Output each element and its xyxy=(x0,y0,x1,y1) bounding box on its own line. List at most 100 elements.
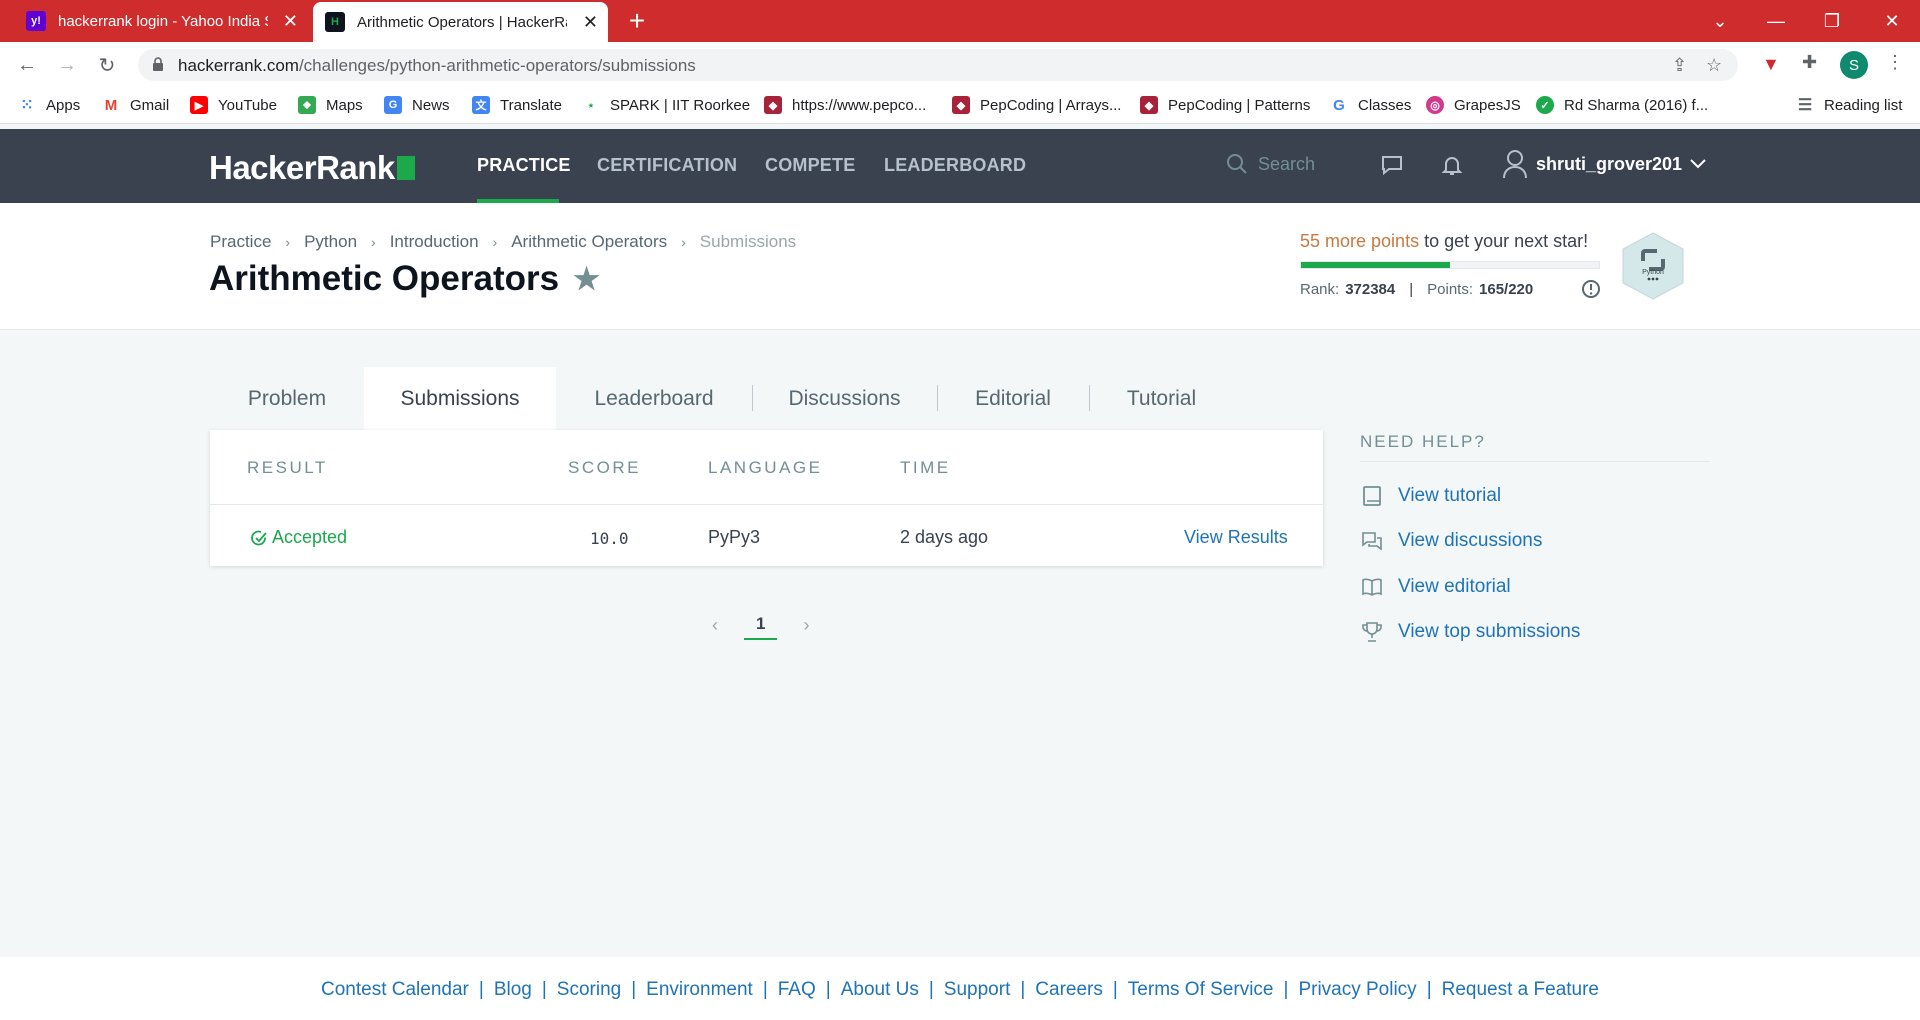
yahoo-icon: y! xyxy=(26,11,46,31)
tab-tutorial[interactable]: Tutorial xyxy=(1089,367,1234,430)
bookmark-spark[interactable]: ⋆ SPARK | IIT Roorkee xyxy=(582,96,751,114)
book-icon xyxy=(1360,484,1384,508)
back-icon[interactable]: ← xyxy=(12,50,42,80)
bookmark-translate[interactable]: 文 Translate xyxy=(472,96,562,114)
python-badge[interactable]: Python xyxy=(1620,231,1686,301)
bookmark-classes[interactable]: G Classes xyxy=(1330,96,1411,114)
bookmark-pepcoding-1[interactable]: ◆ https://www.pepco... xyxy=(764,96,926,114)
extensions-puzzle-icon[interactable]: ✚ xyxy=(1802,52,1817,73)
share-icon[interactable]: ⇪ xyxy=(1672,55,1687,76)
time-cell: 2 days ago xyxy=(900,527,989,547)
footer-separator: | xyxy=(928,979,934,1000)
nav-compete[interactable]: COMPETE xyxy=(765,155,855,176)
footer-link-request-a-feature[interactable]: Request a Feature xyxy=(1442,979,1599,1000)
url-input[interactable]: hackerrank.com/challenges/python-arithme… xyxy=(138,49,1738,81)
tab-problem[interactable]: Problem xyxy=(210,367,364,430)
breadcrumb-practice[interactable]: Practice xyxy=(210,232,271,252)
footer-link-support[interactable]: Support xyxy=(944,979,1011,1000)
news-icon: G xyxy=(384,96,402,114)
search-input[interactable]: Search xyxy=(1226,153,1315,175)
chevron-left-icon[interactable]: ‹ xyxy=(712,615,718,636)
apps-grid-icon: ⁙ xyxy=(20,97,34,114)
page-number[interactable]: 1 xyxy=(744,610,778,640)
help-view-tutorial[interactable]: View tutorial xyxy=(1360,484,1501,508)
bookmark-rd-sharma[interactable]: ✓ Rd Sharma (2016) f... xyxy=(1536,96,1708,114)
address-bar-row: ← → ↻ hackerrank.com/challenges/python-a… xyxy=(0,42,1920,88)
new-tab-button[interactable]: + xyxy=(622,6,652,36)
breadcrumb-introduction[interactable]: Introduction xyxy=(390,232,479,252)
browser-tab-hackerrank[interactable]: H Arithmetic Operators | HackerRa ✕ xyxy=(313,2,608,42)
tab-submissions[interactable]: Submissions xyxy=(364,367,556,430)
bookmark-maps[interactable]: ⬥ Maps xyxy=(298,96,363,114)
points-value: 165/220 xyxy=(1479,280,1534,298)
breadcrumb-arithmetic-operators[interactable]: Arithmetic Operators xyxy=(511,232,667,252)
chevron-right-icon[interactable]: › xyxy=(803,615,809,636)
notifications-bell-icon[interactable] xyxy=(1440,153,1464,177)
more-menu-icon[interactable]: ⋮ xyxy=(1886,52,1904,73)
grapesjs-icon: ◎ xyxy=(1426,96,1444,114)
close-icon[interactable]: ✕ xyxy=(583,12,598,33)
tab-title: Arithmetic Operators | HackerRa xyxy=(357,13,567,31)
footer-separator: | xyxy=(1283,979,1289,1000)
discussion-icon xyxy=(1360,529,1384,553)
footer-link-privacy-policy[interactable]: Privacy Policy xyxy=(1298,979,1416,1000)
footer-link-terms-of-service[interactable]: Terms Of Service xyxy=(1128,979,1274,1000)
tab-discussions[interactable]: Discussions xyxy=(752,367,937,430)
profile-avatar[interactable]: S xyxy=(1840,51,1868,79)
bookmark-star-icon[interactable]: ★ xyxy=(573,262,600,297)
google-icon: G xyxy=(1333,96,1345,114)
search-icon xyxy=(1227,154,1247,174)
tab-leaderboard[interactable]: Leaderboard xyxy=(556,367,752,430)
nav-practice[interactable]: PRACTICE xyxy=(477,155,571,176)
footer-link-careers[interactable]: Careers xyxy=(1035,979,1103,1000)
breadcrumb: Practice › Python › Introduction › Arithmet… xyxy=(210,232,796,252)
bookmark-apps[interactable]: ⁙ Apps xyxy=(18,96,80,115)
reading-list[interactable]: ☰ Reading list xyxy=(1796,96,1903,115)
column-header-time: TIME xyxy=(900,458,951,477)
score-cell: 10.0 xyxy=(590,529,629,548)
footer-link-faq[interactable]: FAQ xyxy=(778,979,816,1000)
close-icon[interactable]: ✕ xyxy=(283,11,298,32)
reload-icon[interactable]: ↻ xyxy=(92,50,122,80)
hackerrank-logo[interactable]: HackerRank xyxy=(209,149,415,187)
view-results-link[interactable]: View Results xyxy=(1184,527,1288,548)
browser-tab-yahoo[interactable]: y! hackerrank login - Yahoo India Se ✕ xyxy=(0,0,310,42)
forward-icon[interactable]: → xyxy=(52,50,82,80)
bookmark-youtube[interactable]: ▶ YouTube xyxy=(190,96,277,114)
footer-link-about-us[interactable]: About Us xyxy=(841,979,919,1000)
footer-link-contest-calendar[interactable]: Contest Calendar xyxy=(321,979,469,1000)
info-icon[interactable] xyxy=(1581,279,1601,299)
footer-link-scoring[interactable]: Scoring xyxy=(557,979,621,1000)
help-view-top-submissions[interactable]: View top submissions xyxy=(1360,620,1580,644)
help-view-editorial[interactable]: View editorial xyxy=(1360,575,1511,599)
star-progress-bar xyxy=(1300,261,1600,269)
messages-icon[interactable] xyxy=(1380,153,1404,177)
bookmark-star-icon[interactable]: ☆ xyxy=(1706,55,1722,76)
help-view-discussions[interactable]: View discussions xyxy=(1360,529,1542,553)
user-menu[interactable]: shruti_grover201 xyxy=(1502,149,1706,179)
bookmark-grapesjs[interactable]: ◎ GrapesJS xyxy=(1426,96,1521,114)
column-header-language: LANGUAGE xyxy=(708,458,823,477)
tab-search-icon[interactable]: ⌄ xyxy=(1692,0,1748,42)
restore-button[interactable]: ❐ xyxy=(1804,0,1860,42)
challenge-header: Practice › Python › Introduction › Arithmet… xyxy=(0,203,1920,330)
extension-icon[interactable]: ▼ xyxy=(1762,54,1780,75)
reading-list-icon: ☰ xyxy=(1797,97,1813,114)
bookmark-pepcoding-3[interactable]: ◆ PepCoding | Patterns xyxy=(1140,96,1310,114)
nav-certification[interactable]: CERTIFICATION xyxy=(597,155,737,176)
footer-link-blog[interactable]: Blog xyxy=(494,979,532,1000)
chevron-right-icon: › xyxy=(285,234,291,250)
bookmark-pepcoding-2[interactable]: ◆ PepCoding | Arrays... xyxy=(952,96,1121,114)
footer-link-environment[interactable]: Environment xyxy=(646,979,753,1000)
tab-editorial[interactable]: Editorial xyxy=(937,367,1089,430)
close-window-button[interactable]: ✕ xyxy=(1864,0,1920,42)
breadcrumb-submissions: Submissions xyxy=(699,232,797,251)
nav-leaderboard[interactable]: LEADERBOARD xyxy=(884,155,1026,176)
hackerrank-navbar: HackerRank PRACTICE CERTIFICATION COMPET… xyxy=(0,129,1920,203)
footer-separator: | xyxy=(541,979,547,1000)
breadcrumb-python[interactable]: Python xyxy=(304,232,357,252)
footer-separator: | xyxy=(478,979,484,1000)
minimize-button[interactable]: — xyxy=(1748,0,1804,42)
bookmark-gmail[interactable]: M Gmail xyxy=(102,96,169,114)
bookmark-news[interactable]: G News xyxy=(384,96,450,114)
